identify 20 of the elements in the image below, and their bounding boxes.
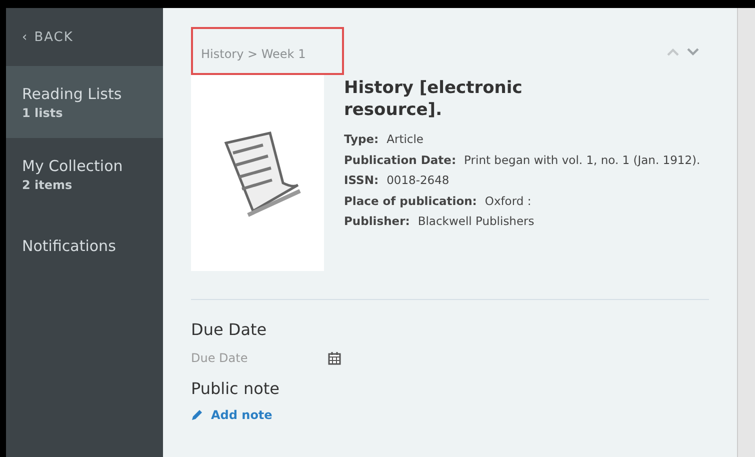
calendar-icon[interactable] (328, 352, 341, 364)
record-title: History [electronic resource]. (344, 77, 524, 122)
breadcrumb[interactable]: History > Week 1 (191, 27, 344, 75)
record-field: Type: Article (344, 129, 700, 150)
record-field: Publisher: Blackwell Publishers (344, 211, 700, 232)
chevron-down-icon[interactable] (687, 48, 699, 56)
record-field: ISSN: 0018-2648 (344, 170, 700, 191)
sidebar-item[interactable]: My Collection 2 items (6, 138, 163, 210)
record-field: Place of publication: Oxford : (344, 190, 700, 212)
scrollbar[interactable] (737, 8, 755, 457)
sidebar-item[interactable]: Notifications (6, 210, 163, 282)
chevron-up-icon[interactable] (667, 48, 679, 56)
section-heading: Public note (191, 379, 280, 398)
pencil-icon (191, 409, 203, 421)
due-date-field[interactable]: Due Date (191, 351, 301, 365)
section-heading: Due Date (191, 320, 268, 339)
back-link[interactable]: ‹ BACK (6, 8, 163, 66)
sidebar-item[interactable]: Reading Lists 1 lists (6, 66, 163, 138)
record-field: Publication Date: Print began with vol. 1, no. 1 (Jan. 1912). (344, 150, 700, 170)
add-note-link[interactable]: Add note (191, 408, 272, 422)
